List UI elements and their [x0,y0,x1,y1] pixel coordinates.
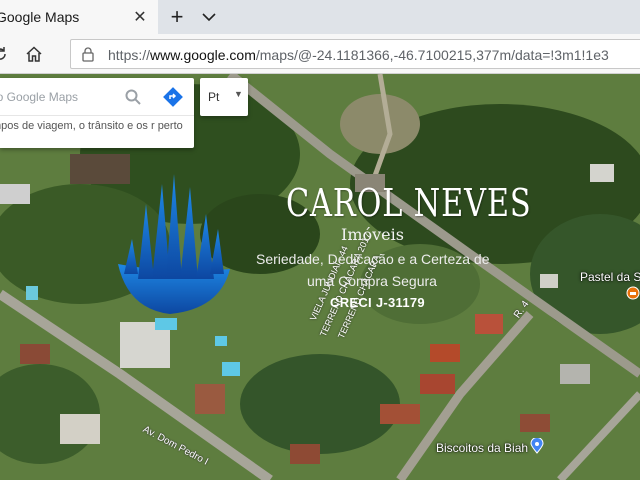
lock-icon [81,46,97,64]
url-host: www.google.com [150,47,256,63]
new-tab-icon[interactable]: + [166,4,188,29]
browser-window: Google Maps ✕ + https://www.google.com/m… [0,0,640,480]
language-select[interactable]: Pt ▼ [200,78,248,116]
watermark-name: CAROL NEVES [286,181,532,225]
refresh-icon[interactable] [0,42,12,66]
logo-icon [118,174,230,314]
poi-label[interactable]: Biscoitos da Biah [436,441,528,455]
navigation-bar: https://www.google.com/maps/@-24.1181366… [0,34,640,74]
watermark-tagline: Seriedade, Dedicação e a Certeza de [256,251,490,267]
caret-down-icon: ▼ [234,89,243,99]
tab-google-maps[interactable]: Google Maps ✕ [0,0,158,34]
directions-icon[interactable] [163,87,183,107]
close-tab-icon[interactable]: ✕ [130,7,150,27]
watermark-subtitle: Imóveis [341,225,404,244]
language-value: Pt [208,90,220,104]
map-pin-icon[interactable] [626,286,640,300]
address-bar[interactable]: https://www.google.com/maps/@-24.1181366… [70,39,640,69]
home-icon[interactable] [22,42,46,66]
watermark-creci: CRECI J-31179 [330,295,425,310]
poi-label[interactable]: Pastel da So [580,270,640,284]
map-pin-icon[interactable] [530,437,544,454]
tab-strip: Google Maps ✕ + [0,0,640,34]
maps-search-card: no Google Maps mpos de viagem, o trânsit… [0,78,194,148]
search-input[interactable]: no Google Maps [0,78,194,116]
url-text: https://www.google.com/maps/@-24.1181366… [108,47,609,63]
url-scheme: https:// [108,47,151,63]
hint-text: mpos de viagem, o trânsito e os r perto [0,120,183,132]
chevron-down-icon[interactable] [198,7,220,27]
url-path: /maps/@-24.1181366,-46.7100215,377m/data… [255,47,609,63]
tab-title: Google Maps [0,9,80,25]
search-icon[interactable] [124,88,142,106]
search-placeholder: no Google Maps [0,90,79,104]
watermark-tagline: uma Compra Segura [307,273,437,289]
